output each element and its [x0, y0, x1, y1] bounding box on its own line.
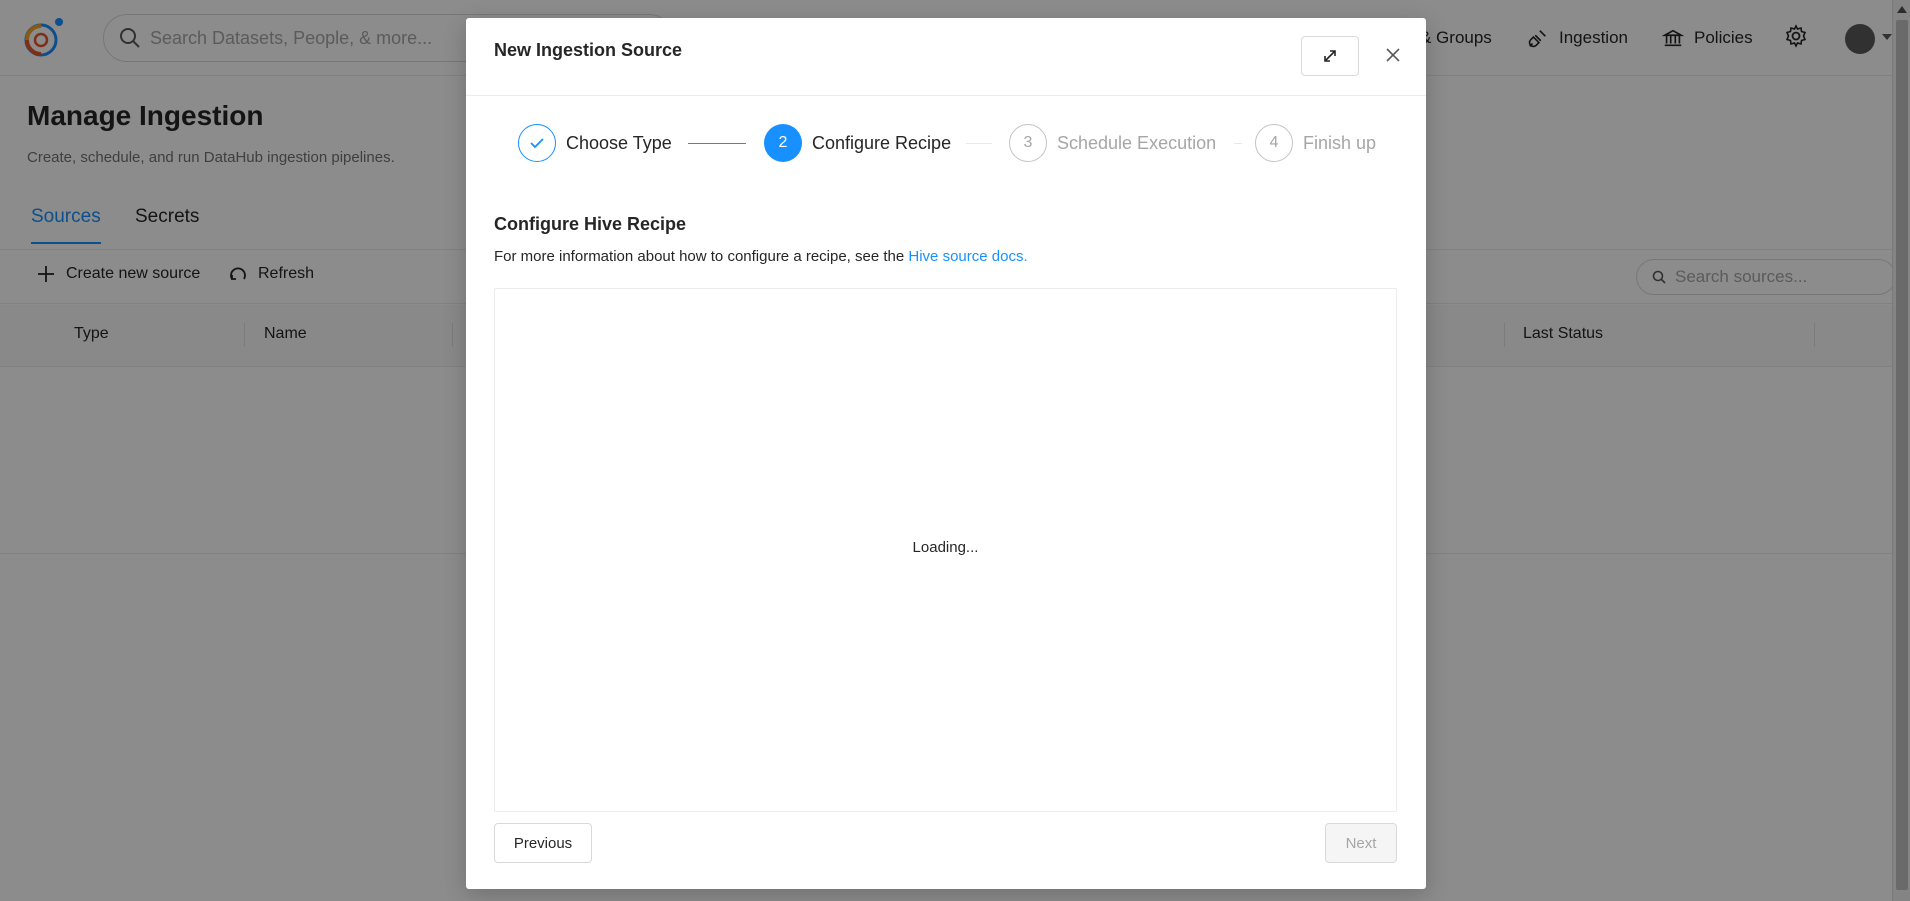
- hive-source-docs-link[interactable]: Hive source docs.: [908, 248, 1027, 265]
- step-connector: [966, 143, 992, 144]
- section-description-text: For more information about how to config…: [494, 248, 909, 265]
- close-button[interactable]: [1380, 42, 1406, 68]
- step-connector: [1234, 143, 1242, 144]
- expand-icon: [1324, 50, 1336, 62]
- expand-button[interactable]: [1301, 36, 1359, 76]
- step-connector: [688, 143, 746, 144]
- step-choose-type[interactable]: Choose Type: [518, 124, 672, 162]
- step-number: 4: [1255, 124, 1293, 162]
- step-label: Schedule Execution: [1057, 132, 1217, 153]
- step-configure-recipe[interactable]: 2 Configure Recipe: [764, 124, 951, 162]
- previous-button[interactable]: Previous: [494, 823, 592, 863]
- step-label: Finish up: [1303, 132, 1377, 153]
- new-ingestion-source-modal: New Ingestion Source Choose Type 2 Confi…: [466, 18, 1426, 889]
- modal-title: New Ingestion Source: [494, 40, 683, 60]
- section-description: For more information about how to config…: [494, 248, 1028, 265]
- recipe-editor[interactable]: Loading...: [494, 288, 1397, 812]
- step-finish-up[interactable]: 4 Finish up: [1255, 124, 1376, 162]
- step-schedule-execution[interactable]: 3 Schedule Execution: [1009, 124, 1216, 162]
- step-label: Configure Recipe: [812, 132, 952, 153]
- step-number: 2: [764, 124, 802, 162]
- next-button[interactable]: Next: [1325, 823, 1397, 863]
- step-number: 3: [1009, 124, 1047, 162]
- step-label: Choose Type: [566, 132, 672, 153]
- close-icon: [1386, 48, 1400, 62]
- modal-header: New Ingestion Source: [466, 18, 1426, 96]
- section-title: Configure Hive Recipe: [494, 214, 687, 234]
- loading-text: Loading...: [912, 539, 979, 556]
- check-icon: [518, 124, 556, 162]
